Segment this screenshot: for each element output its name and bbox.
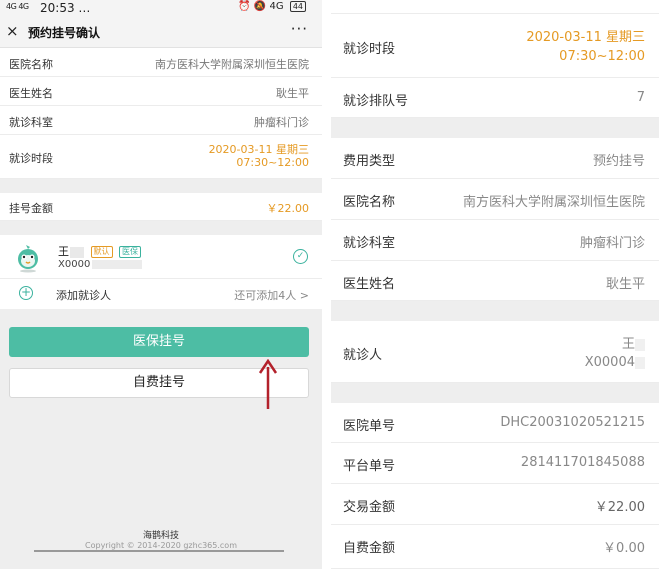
detail-row-platform-order: 平台单号 281411701845088 bbox=[331, 443, 659, 484]
detail-label: 就诊排队号 bbox=[343, 94, 409, 109]
patient-id-text: X0000 bbox=[58, 259, 91, 270]
info-value: 肿瘤科门诊 bbox=[254, 116, 309, 129]
patient-name-text: 王 bbox=[621, 337, 635, 352]
footer-company: 海鹊科技 bbox=[142, 531, 179, 541]
info-value: 耿生平 bbox=[276, 87, 309, 100]
redacted-mask bbox=[635, 356, 645, 369]
info-row-doctor: 医生姓名 耿生平 bbox=[0, 77, 322, 106]
time-range: 07:30~12:00 bbox=[236, 156, 309, 169]
status-extra-icons: ⏰ 🔕 4G bbox=[238, 1, 284, 12]
detail-row-patient: 就诊人 王 X00004 bbox=[331, 321, 659, 383]
detail-label: 交易金额 bbox=[343, 500, 396, 515]
detail-row-queue: 就诊排队号 7 bbox=[331, 78, 659, 118]
info-row-department: 就诊科室 肿瘤科门诊 bbox=[0, 106, 322, 135]
detail-label: 就诊人 bbox=[343, 348, 383, 363]
patient-name: 王 默认 医保 bbox=[58, 243, 141, 259]
arrow-up-icon bbox=[258, 359, 278, 409]
insurance-badge: 医保 bbox=[119, 246, 141, 258]
detail-row-doctor: 医生姓名 耿生平 bbox=[331, 261, 659, 301]
divider bbox=[0, 278, 322, 279]
footer-copyright: Copyright © 2014-2020 gzhc365.com bbox=[85, 541, 237, 550]
default-badge: 默认 bbox=[90, 246, 113, 258]
detail-value: 肿瘤科门诊 bbox=[579, 236, 645, 251]
insurance-register-button[interactable]: 医保挂号 bbox=[9, 327, 309, 357]
transaction-amount: ￥22.00 bbox=[594, 500, 645, 515]
patient-id: X00004 bbox=[585, 355, 645, 370]
detail-row-time: 就诊时段 2020-03-11 星期三 07:30~12:00 bbox=[331, 14, 659, 78]
redacted-mask bbox=[635, 338, 645, 351]
detail-label: 费用类型 bbox=[343, 154, 396, 169]
page-title: 预约挂号确认 bbox=[28, 26, 101, 40]
home-indicator bbox=[34, 550, 284, 552]
signal-icon: 4G 4G bbox=[6, 2, 29, 11]
detail-value: 南方医科大学附属深圳恒生医院 bbox=[462, 195, 645, 210]
time-date: 2020-03-11 星期三 bbox=[208, 143, 309, 156]
close-icon[interactable]: × bbox=[6, 22, 19, 40]
more-icon[interactable]: ··· bbox=[291, 20, 308, 38]
battery-icon: 44 bbox=[289, 1, 306, 12]
add-patient-hint[interactable]: 还可添加4人 > bbox=[234, 287, 309, 303]
status-icons: ⏰ 🔕 4G 44 bbox=[238, 1, 306, 12]
redacted-mask bbox=[70, 246, 84, 258]
detail-label: 自费金额 bbox=[343, 541, 396, 556]
detail-row-department: 就诊科室 肿瘤科门诊 bbox=[331, 220, 659, 261]
detail-label: 平台单号 bbox=[343, 459, 396, 474]
fee-value: ￥22.00 bbox=[266, 202, 310, 215]
detail-label: 就诊时段 bbox=[343, 42, 396, 57]
redacted-mask bbox=[92, 259, 143, 269]
platform-order-number: 281411701845088 bbox=[520, 455, 645, 470]
info-label: 就诊科室 bbox=[9, 116, 53, 129]
detail-row-hospital: 医院名称 南方医科大学附属深圳恒生医院 bbox=[331, 179, 659, 220]
queue-number: 7 bbox=[636, 90, 645, 105]
detail-row-transaction-amount: 交易金额 ￥22.00 bbox=[331, 484, 659, 525]
check-icon[interactable]: ✓ bbox=[293, 249, 308, 264]
detail-value: 耿生平 bbox=[605, 277, 645, 292]
time-date: 2020-03-11 星期三 bbox=[526, 30, 645, 45]
nav-bar: × 预约挂号确认 ··· bbox=[0, 16, 322, 48]
info-row-hospital: 医院名称 南方医科大学附属深圳恒生医院 bbox=[0, 48, 322, 77]
detail-label: 就诊科室 bbox=[343, 236, 396, 251]
detail-value: 预约挂号 bbox=[592, 154, 645, 169]
detail-label: 医院单号 bbox=[343, 419, 396, 434]
patient-id: X0000 bbox=[58, 259, 143, 270]
info-label: 医院名称 bbox=[9, 58, 53, 71]
detail-row-fee-type: 费用类型 预约挂号 bbox=[331, 138, 659, 179]
patient-name: 王 bbox=[622, 333, 645, 352]
time-range: 07:30~12:00 bbox=[559, 49, 645, 64]
fee-row: 挂号金额 ￥22.00 bbox=[0, 193, 322, 221]
appointment-confirm-screen: 4G 4G 20:53 … ⏰ 🔕 4G 44 × 预约挂号确认 ··· 医院名… bbox=[0, 0, 322, 569]
patient-card[interactable]: 王 默认 医保 X0000 ✓ + 添加就诊人 还可添加4人 > bbox=[0, 235, 322, 309]
detail-label: 医生姓名 bbox=[343, 277, 396, 292]
hospital-order-number: DHC20031020521215 bbox=[500, 415, 645, 430]
info-label: 就诊时段 bbox=[9, 152, 53, 165]
detail-row-hospital-order: 医院单号 DHC20031020521215 bbox=[331, 403, 659, 443]
detail-label: 医院名称 bbox=[343, 195, 396, 210]
registration-detail-screen: 就诊时段 2020-03-11 星期三 07:30~12:00 就诊排队号 7 … bbox=[331, 0, 659, 569]
info-value: 南方医科大学附属深圳恒生医院 bbox=[155, 58, 309, 71]
info-label: 医生姓名 bbox=[9, 87, 53, 100]
add-icon[interactable]: + bbox=[19, 286, 33, 300]
add-patient-label[interactable]: 添加就诊人 bbox=[56, 287, 111, 303]
patient-name-text: 王 bbox=[58, 245, 69, 258]
info-row-time: 就诊时段 2020-03-11 星期三 07:30~12:00 bbox=[0, 135, 322, 179]
top-strip bbox=[331, 0, 659, 14]
status-bar: 4G 4G 20:53 … ⏰ 🔕 4G 44 bbox=[0, 0, 322, 16]
status-time: 20:53 … bbox=[40, 1, 91, 15]
fee-label: 挂号金额 bbox=[9, 202, 53, 215]
avatar-icon bbox=[18, 245, 38, 273]
self-pay-amount: ￥0.00 bbox=[603, 541, 645, 556]
patient-id-text: X00004 bbox=[584, 355, 635, 370]
detail-row-self-pay-amount: 自费金额 ￥0.00 bbox=[331, 525, 659, 569]
